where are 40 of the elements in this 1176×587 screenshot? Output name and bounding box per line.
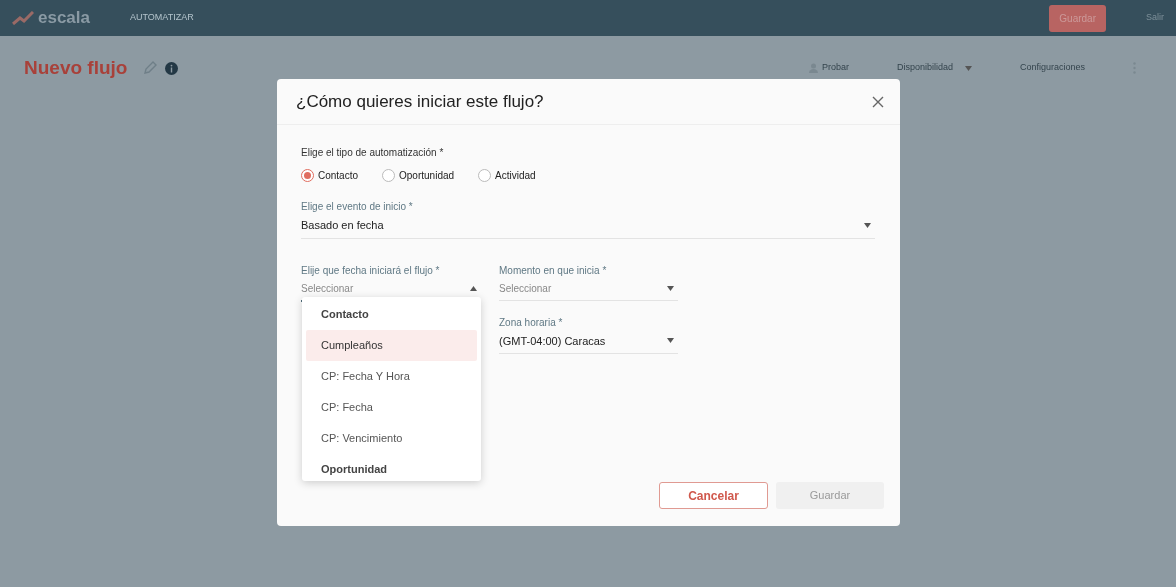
caret-icon bbox=[864, 222, 871, 228]
menu-option[interactable]: CP: Fecha bbox=[306, 392, 477, 423]
select-field[interactable]: Seleccionar bbox=[499, 277, 678, 301]
field-label: Momento en que inicia * bbox=[499, 263, 608, 278]
menu-option[interactable]: Cumpleaños bbox=[306, 330, 477, 361]
select-field[interactable]: Basado en fecha bbox=[301, 214, 875, 239]
caret-icon bbox=[964, 65, 972, 71]
chart-logo-icon bbox=[12, 11, 34, 25]
page-action[interactable]: Disponibilidad bbox=[896, 61, 972, 75]
page-title: Nuevo flujo bbox=[24, 55, 128, 80]
menu-option[interactable]: CP: Fecha Y Hora bbox=[306, 361, 477, 392]
radio-label: Contacto bbox=[318, 169, 359, 183]
modal-title: ¿Cómo quieres iniciar este flujo? bbox=[296, 90, 544, 113]
caret-icon bbox=[667, 338, 674, 344]
logo-text: escala bbox=[38, 7, 90, 30]
pencil-icon bbox=[143, 61, 158, 75]
section-label: AUTOMATIZAR bbox=[130, 11, 194, 25]
group-heading: Oportunidad bbox=[320, 462, 388, 478]
radio-button[interactable] bbox=[382, 169, 396, 182]
field-label: Zona horaria * bbox=[499, 315, 564, 330]
caret-icon bbox=[667, 285, 674, 291]
radio-option[interactable]: Contacto bbox=[301, 168, 359, 183]
field-label: Elige el tipo de automatización * bbox=[301, 146, 445, 160]
field-label: Elije que fecha iniciará el flujo * bbox=[301, 263, 441, 278]
group-heading: Contacto bbox=[320, 307, 370, 323]
radio-option[interactable]: Oportunidad bbox=[382, 168, 455, 183]
radio-label: Actividad bbox=[495, 169, 536, 183]
radio-option[interactable]: Actividad bbox=[478, 168, 536, 183]
radio-label: Oportunidad bbox=[399, 169, 455, 183]
select-field[interactable]: (GMT-04:00) Caracas bbox=[499, 329, 678, 354]
cancel-button[interactable]: Cancelar bbox=[659, 482, 768, 509]
page-action[interactable]: Probar bbox=[808, 61, 849, 75]
field-label: Elige el evento de inicio * bbox=[301, 200, 414, 214]
radio-button[interactable] bbox=[478, 169, 492, 182]
page-action[interactable]: Configuraciones bbox=[1019, 61, 1085, 75]
radio-button[interactable] bbox=[301, 169, 314, 182]
menu-option[interactable]: CP: Vencimiento bbox=[306, 423, 477, 454]
info-icon bbox=[165, 61, 179, 75]
caret-icon bbox=[470, 285, 477, 291]
close-button[interactable] bbox=[872, 95, 884, 108]
